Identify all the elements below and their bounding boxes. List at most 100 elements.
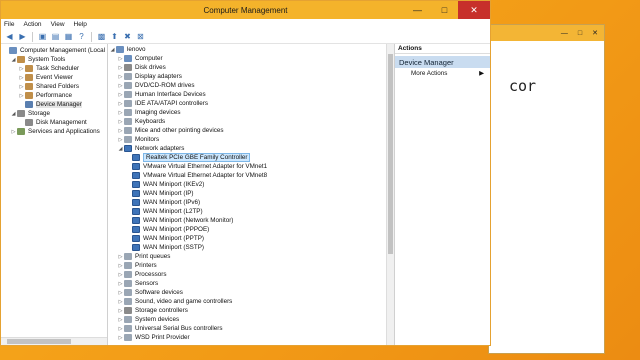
show-hide-tree-icon[interactable]: ▤ (50, 31, 61, 42)
device-item-1[interactable]: ▷ Computer (117, 54, 163, 63)
device-item-32[interactable]: ▷ WSD Print Provider (117, 333, 190, 342)
device-item-26[interactable]: ▷ Sensors (117, 279, 158, 288)
expand-arrow-icon[interactable]: ▷ (10, 129, 17, 135)
device-item-19[interactable]: WAN Miniport (Network Monitor) (125, 216, 233, 225)
menu-help[interactable]: Help (74, 21, 87, 28)
expand-arrow-icon[interactable]: ▷ (117, 128, 124, 134)
background-close-button[interactable]: ✕ (592, 29, 598, 37)
device-item-12[interactable]: Realtek PCIe GBE Family Controller (125, 153, 251, 162)
expand-arrow-icon[interactable]: ▷ (18, 93, 25, 99)
expand-arrow-icon[interactable]: ▷ (117, 308, 124, 314)
background-maximize-button[interactable]: □ (578, 30, 582, 37)
expand-arrow-icon[interactable]: ▷ (117, 299, 124, 305)
expand-arrow-icon[interactable]: ▷ (18, 75, 25, 81)
computer-management-window[interactable]: Computer Management — □ ✕ File Action Vi… (0, 0, 491, 346)
tree-item-6[interactable]: Device Manager (18, 100, 82, 109)
device-item-11[interactable]: ◢ Network adapters (117, 144, 184, 153)
menu-view[interactable]: View (51, 21, 65, 28)
background-minimize-button[interactable]: — (561, 30, 568, 37)
expand-arrow-icon[interactable]: ▷ (18, 84, 25, 90)
tree-item-7[interactable]: ◢ Storage (10, 109, 50, 118)
device-item-5[interactable]: ▷ Human Interface Devices (117, 90, 206, 99)
scan-hardware-icon[interactable]: ▩ (96, 31, 107, 42)
device-item-28[interactable]: ▷ Sound, video and game controllers (117, 297, 232, 306)
actions-section-device-manager[interactable]: Device Manager (395, 56, 490, 68)
title-bar[interactable]: Computer Management — □ ✕ (1, 1, 490, 19)
device-item-23[interactable]: ▷ Print queues (117, 252, 170, 261)
expand-arrow-icon[interactable]: ◢ (109, 47, 116, 53)
device-item-17[interactable]: WAN Miniport (IPv6) (125, 198, 200, 207)
minimize-button[interactable]: — (404, 1, 431, 19)
device-item-9[interactable]: ▷ Mice and other pointing devices (117, 126, 224, 135)
background-window[interactable]: — □ ✕ cor (488, 24, 605, 354)
disable-device-icon[interactable]: ✖ (122, 31, 133, 42)
device-item-14[interactable]: VMware Virtual Ethernet Adapter for VMne… (125, 171, 267, 180)
expand-arrow-icon[interactable]: ▷ (117, 110, 124, 116)
tree-item-2[interactable]: ▷ Task Scheduler (18, 64, 79, 73)
expand-arrow-icon[interactable]: ▷ (117, 56, 124, 62)
expand-arrow-icon[interactable]: ▷ (18, 66, 25, 72)
device-item-8[interactable]: ▷ Keyboards (117, 117, 165, 126)
expand-arrow-icon[interactable]: ◢ (117, 146, 124, 152)
device-item-20[interactable]: WAN Miniport (PPPOE) (125, 225, 209, 234)
tree-item-4[interactable]: ▷ Shared Folders (18, 82, 79, 91)
expand-arrow-icon[interactable]: ▷ (117, 101, 124, 107)
device-item-13[interactable]: VMware Virtual Ethernet Adapter for VMne… (125, 162, 267, 171)
device-item-0[interactable]: ◢ lenovo (109, 45, 146, 54)
expand-arrow-icon[interactable]: ▷ (117, 92, 124, 98)
device-item-24[interactable]: ▷ Printers (117, 261, 157, 270)
help-icon[interactable]: ? (76, 31, 87, 42)
device-item-6[interactable]: ▷ IDE ATA/ATAPI controllers (117, 99, 208, 108)
expand-arrow-icon[interactable]: ▷ (117, 83, 124, 89)
tree-item-8[interactable]: Disk Management (18, 118, 87, 127)
tree-item-1[interactable]: ◢ System Tools (10, 55, 65, 64)
device-item-2[interactable]: ▷ Disk drives (117, 63, 166, 72)
back-arrow-icon[interactable]: ◀ (4, 31, 15, 42)
device-item-7[interactable]: ▷ Imaging devices (117, 108, 181, 117)
tree-item-5[interactable]: ▷ Performance (18, 91, 72, 100)
up-folder-icon[interactable]: ▣ (37, 31, 48, 42)
left-horizontal-scrollbar[interactable] (1, 337, 107, 345)
device-item-18[interactable]: WAN Miniport (L2TP) (125, 207, 203, 216)
forward-arrow-icon[interactable]: ▶ (17, 31, 28, 42)
expand-arrow-icon[interactable]: ▷ (117, 119, 124, 125)
expand-arrow-icon[interactable]: ▷ (117, 254, 124, 260)
device-item-16[interactable]: WAN Miniport (IP) (125, 189, 194, 198)
expand-arrow-icon[interactable]: ▷ (117, 272, 124, 278)
uninstall-device-icon[interactable]: ⊠ (135, 31, 146, 42)
device-item-21[interactable]: WAN Miniport (PPTP) (125, 234, 204, 243)
device-item-15[interactable]: WAN Miniport (IKEv2) (125, 180, 204, 189)
device-item-10[interactable]: ▷ Monitors (117, 135, 159, 144)
scrollbar-thumb[interactable] (388, 54, 393, 254)
expand-arrow-icon[interactable]: ▷ (117, 65, 124, 71)
device-item-22[interactable]: WAN Miniport (SSTP) (125, 243, 204, 252)
device-item-29[interactable]: ▷ Storage controllers (117, 306, 188, 315)
update-driver-icon[interactable]: ⬆ (109, 31, 120, 42)
device-item-27[interactable]: ▷ Software devices (117, 288, 183, 297)
device-vertical-scrollbar[interactable] (386, 44, 394, 345)
expand-arrow-icon[interactable]: ▷ (117, 74, 124, 80)
expand-arrow-icon[interactable]: ▷ (117, 281, 124, 287)
expand-arrow-icon[interactable]: ◢ (10, 57, 17, 63)
scrollbar-thumb[interactable] (7, 339, 71, 344)
device-item-31[interactable]: ▷ Universal Serial Bus controllers (117, 324, 223, 333)
expand-arrow-icon[interactable]: ▷ (117, 326, 124, 332)
menu-action[interactable]: Action (23, 21, 41, 28)
expand-arrow-icon[interactable]: ▷ (117, 290, 124, 296)
device-item-25[interactable]: ▷ Processors (117, 270, 167, 279)
actions-more-actions[interactable]: More Actions ▶ (395, 68, 490, 78)
menu-file[interactable]: File (4, 21, 14, 28)
expand-arrow-icon[interactable]: ▷ (117, 137, 124, 143)
tree-item-3[interactable]: ▷ Event Viewer (18, 73, 73, 82)
close-button[interactable]: ✕ (458, 1, 490, 19)
tree-item-9[interactable]: ▷ Services and Applications (10, 127, 100, 136)
tree-item-0[interactable]: Computer Management (Local (2, 46, 105, 55)
device-item-30[interactable]: ▷ System devices (117, 315, 179, 324)
maximize-button[interactable]: □ (431, 1, 458, 19)
device-item-3[interactable]: ▷ Display adapters (117, 72, 182, 81)
properties-icon[interactable]: ▦ (63, 31, 74, 42)
device-item-4[interactable]: ▷ DVD/CD-ROM drives (117, 81, 194, 90)
expand-arrow-icon[interactable]: ◢ (10, 111, 17, 117)
expand-arrow-icon[interactable]: ▷ (117, 317, 124, 323)
expand-arrow-icon[interactable]: ▷ (117, 263, 124, 269)
